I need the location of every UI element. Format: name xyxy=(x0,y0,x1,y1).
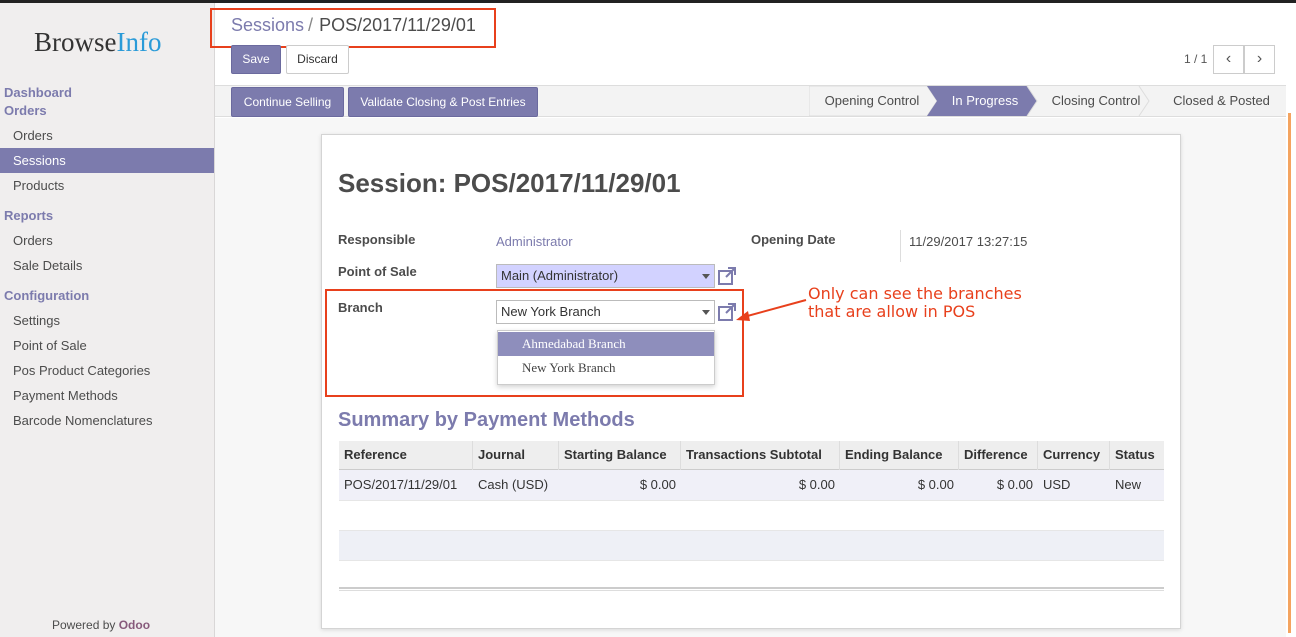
responsible-label: Responsible xyxy=(338,232,416,247)
column-header-reference[interactable]: Reference xyxy=(339,441,473,470)
table-empty-row xyxy=(339,530,1164,560)
stage-in-progress[interactable]: In Progress xyxy=(937,86,1033,116)
cell-status: New xyxy=(1115,477,1142,492)
powered-by: Powered by Odoo xyxy=(52,618,150,632)
sidebar-item-report-orders[interactable]: Orders xyxy=(0,228,214,253)
stage-closed-posted[interactable]: Closed & Posted xyxy=(1157,86,1286,116)
cell-starting-balance: $ 0.00 xyxy=(639,477,676,492)
scroll-indicator[interactable] xyxy=(1288,113,1291,633)
sidebar-item-sessions[interactable]: Sessions xyxy=(0,148,214,173)
menu-section-dashboard: Dashboard Orders xyxy=(0,84,214,120)
column-header-status[interactable]: Status xyxy=(1110,441,1164,470)
table-row[interactable]: POS/2017/11/29/01 Cash (USD) $ 0.00 $ 0.… xyxy=(339,470,1164,500)
sidebar-item-settings[interactable]: Settings xyxy=(0,308,214,333)
stage-opening-control[interactable]: Opening Control xyxy=(815,86,929,116)
menu-head-configuration[interactable]: Configuration xyxy=(0,287,214,305)
table-header: Reference Journal Starting Balance Trans… xyxy=(339,441,1164,470)
annotation-box-breadcrumb xyxy=(210,8,496,48)
point-of-sale-select[interactable]: Main (Administrator) xyxy=(496,264,715,288)
browseinfo-logo[interactable]: BrowseInfo xyxy=(34,27,161,58)
table-empty-row xyxy=(339,500,1164,530)
sidebar-item-barcode-nomenclatures[interactable]: Barcode Nomenclatures xyxy=(0,408,214,433)
session-title: Session: POS/2017/11/29/01 xyxy=(338,168,681,198)
sidebar-item-products[interactable]: Products xyxy=(0,173,214,198)
table-empty-row xyxy=(339,560,1164,590)
external-link-icon[interactable] xyxy=(717,266,737,286)
sidebar-item-pos-product-categories[interactable]: Pos Product Categories xyxy=(0,358,214,383)
cell-transactions-subtotal: $ 0.00 xyxy=(798,477,835,492)
menu-section-configuration: Configuration xyxy=(0,287,214,305)
continue-selling-button[interactable]: Continue Selling xyxy=(231,87,344,117)
chevron-left-icon: ‹ xyxy=(1225,50,1232,67)
menu-list-reports: Orders Sale Details xyxy=(0,228,214,278)
field-separator xyxy=(900,230,901,262)
right-scroll-edge xyxy=(1286,85,1296,637)
table-footer xyxy=(339,587,1164,591)
cell-difference: $ 0.00 xyxy=(996,477,1033,492)
menu-list-orders: Orders Sessions Products xyxy=(0,123,214,198)
annotation-line-2: that are allow in POS xyxy=(808,302,976,321)
save-button[interactable]: Save xyxy=(231,45,281,74)
point-of-sale-value: Main (Administrator) xyxy=(501,268,619,283)
menu-head-reports[interactable]: Reports xyxy=(0,207,214,225)
column-header-difference[interactable]: Difference xyxy=(959,441,1038,470)
cell-ending-balance: $ 0.00 xyxy=(917,477,954,492)
responsible-value[interactable]: Administrator xyxy=(496,234,573,249)
menu-section-reports: Reports xyxy=(0,207,214,225)
chevron-right-icon: › xyxy=(1256,50,1263,67)
opening-date-label: Opening Date xyxy=(751,232,836,247)
logo-text-info: Info xyxy=(116,27,162,57)
menu-list-configuration: Settings Point of Sale Pos Product Categ… xyxy=(0,308,214,433)
menu-head-orders[interactable]: Orders xyxy=(0,102,214,120)
column-header-journal[interactable]: Journal xyxy=(473,441,559,470)
pager-value: 1 / 1 xyxy=(1184,52,1208,66)
sidebar-item-payment-methods[interactable]: Payment Methods xyxy=(0,383,214,408)
column-header-starting-balance[interactable]: Starting Balance xyxy=(559,441,681,470)
annotation-box-branch xyxy=(325,289,744,397)
sidebar-item-point-of-sale[interactable]: Point of Sale xyxy=(0,333,214,358)
point-of-sale-label: Point of Sale xyxy=(338,264,417,279)
column-header-transactions-subtotal[interactable]: Transactions Subtotal xyxy=(681,441,840,470)
menu-head-dashboard[interactable]: Dashboard xyxy=(0,84,214,102)
discard-button[interactable]: Discard xyxy=(286,45,349,74)
annotation-line-1: Only can see the branches xyxy=(808,284,1022,303)
caret-down-icon xyxy=(702,274,710,279)
annotation-text: Only can see the branches that are allow… xyxy=(808,285,1022,321)
sidebar-item-orders[interactable]: Orders xyxy=(0,123,214,148)
opening-date-value: 11/29/2017 13:27:15 xyxy=(909,234,1028,249)
pager-previous-button[interactable]: ‹ xyxy=(1213,45,1244,74)
cell-reference: POS/2017/11/29/01 xyxy=(344,477,458,492)
cell-currency: USD xyxy=(1043,477,1071,492)
cell-journal: Cash (USD) xyxy=(478,477,549,492)
sidebar: BrowseInfo Dashboard Orders Orders Sessi… xyxy=(0,3,215,637)
column-header-ending-balance[interactable]: Ending Balance xyxy=(840,441,959,470)
column-header-currency[interactable]: Currency xyxy=(1038,441,1110,470)
powered-by-text: Powered by xyxy=(52,618,116,632)
logo-text-browse: Browse xyxy=(34,27,117,57)
pager-next-button[interactable]: › xyxy=(1244,45,1275,74)
statusbar: Continue Selling Validate Closing & Post… xyxy=(215,85,1286,117)
annotation-arrow-icon xyxy=(736,299,807,321)
validate-closing-button[interactable]: Validate Closing & Post Entries xyxy=(348,87,538,117)
summary-title: Summary by Payment Methods xyxy=(338,409,635,431)
stage-closing-control[interactable]: Closing Control xyxy=(1041,86,1151,116)
sidebar-item-sale-details[interactable]: Sale Details xyxy=(0,253,214,278)
odoo-link[interactable]: Odoo xyxy=(119,618,150,632)
